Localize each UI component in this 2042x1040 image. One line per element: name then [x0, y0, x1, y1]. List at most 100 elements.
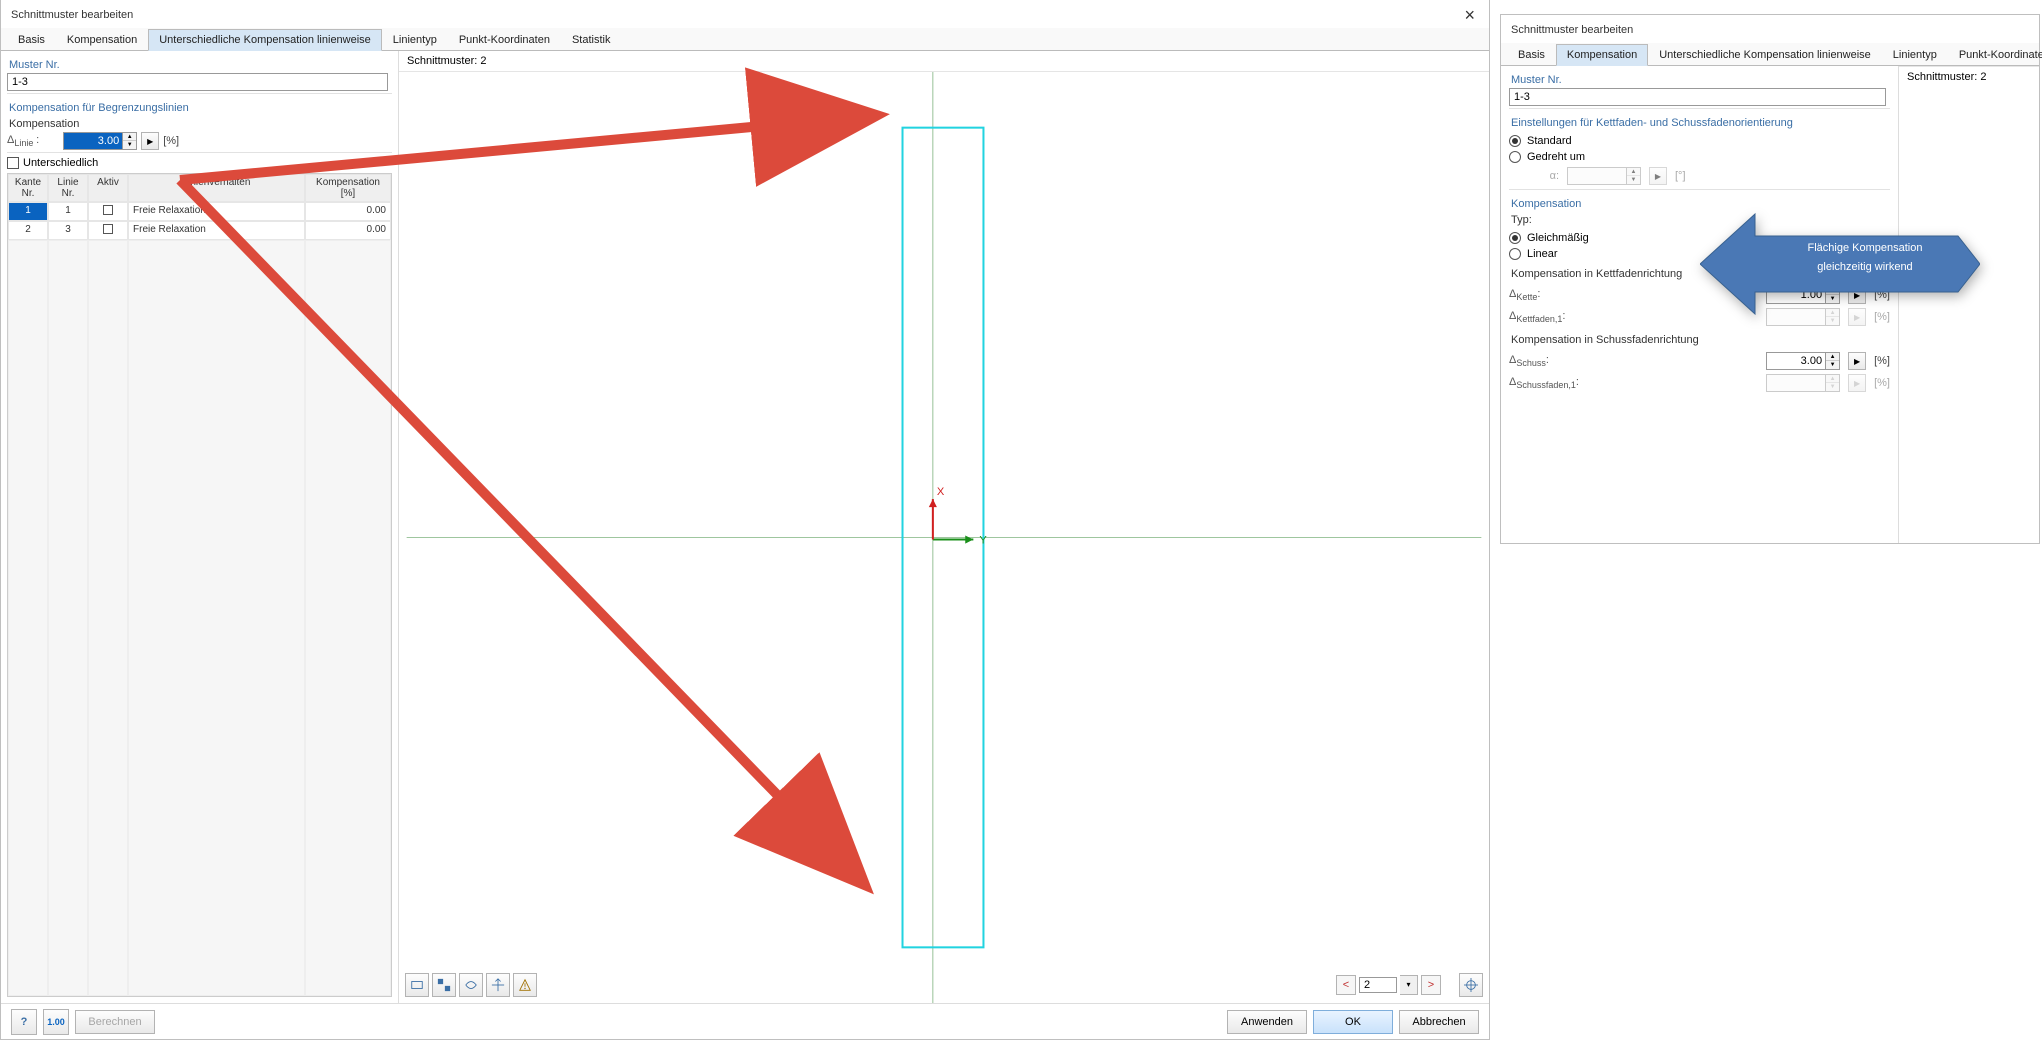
- annotation-callout: Flächige Kompensation gleichzeitig wirke…: [1700, 204, 1980, 324]
- nav-index-input[interactable]: [1359, 977, 1397, 993]
- view-tool-1-icon[interactable]: [405, 973, 429, 997]
- tab-label: Kompensation: [67, 34, 137, 46]
- canvas-toolbar-left: [405, 973, 537, 997]
- abbrechen-button[interactable]: Abbrechen: [1399, 1010, 1479, 1034]
- cell-verhalten: Freie Relaxation: [128, 221, 305, 240]
- view-tool-3-icon[interactable]: [459, 973, 483, 997]
- dialog-title: Schnittmuster bearbeiten: [1511, 24, 1633, 36]
- tab-label: Punkt-Koordinaten: [459, 34, 550, 46]
- help-button[interactable]: ?: [11, 1009, 37, 1035]
- table-row[interactable]: 2 3 Freie Relaxation 0.00: [8, 221, 391, 240]
- titlebar-right: Schnittmuster bearbeiten: [1501, 15, 2039, 43]
- dropdown-caret-icon[interactable]: ▾: [1400, 975, 1418, 995]
- tab-unterschiedliche-kompensation[interactable]: Unterschiedliche Kompensation linienweis…: [1648, 44, 1882, 65]
- ok-button[interactable]: OK: [1313, 1010, 1393, 1034]
- spin-down-icon[interactable]: ▼: [123, 141, 136, 149]
- delta-schuss-value[interactable]: [1767, 353, 1825, 369]
- cell-linie: 1: [48, 202, 88, 221]
- alpha-label: α:: [1509, 170, 1559, 182]
- delta-schuss-label: ΔSchuss:: [1509, 354, 1549, 368]
- callout-line1: Flächige Kompensation: [1808, 242, 1923, 254]
- tab-punkt-koordinaten[interactable]: Punkt-Koordinaten: [1948, 44, 2042, 65]
- kompensation-label: Kompensation: [7, 116, 392, 132]
- step-button[interactable]: ▶: [141, 132, 159, 150]
- view-tool-2-icon[interactable]: [432, 973, 456, 997]
- tab-label: Unterschiedliche Kompensation linienweis…: [159, 34, 371, 46]
- checkbox-icon: [7, 157, 19, 169]
- th-verhalten: Linienverhalten: [128, 174, 305, 202]
- anwenden-button[interactable]: Anwenden: [1227, 1010, 1307, 1034]
- radio-linear[interactable]: Linear: [1509, 248, 1558, 260]
- unit-percent: [%]: [1874, 377, 1890, 389]
- spin-down-icon[interactable]: ▼: [1826, 361, 1839, 369]
- form-pane: Muster Nr. Kompensation für Begrenzungsl…: [1, 51, 399, 1003]
- delta-linie-spinner[interactable]: ▲▼: [63, 132, 137, 150]
- nav-next-button[interactable]: >: [1421, 975, 1441, 995]
- view-tool-4-icon[interactable]: [486, 973, 510, 997]
- titlebar: Schnittmuster bearbeiten ×: [1, 0, 1489, 28]
- unterschiedlich-checkbox[interactable]: Unterschiedlich: [7, 157, 392, 169]
- berechnen-button[interactable]: Berechnen: [75, 1010, 155, 1034]
- cell-komp: 0.00: [305, 221, 391, 240]
- step-button[interactable]: ▶: [1848, 352, 1866, 370]
- cell-verhalten: Freie Relaxation: [128, 202, 305, 221]
- dialog-title: Schnittmuster bearbeiten: [11, 9, 133, 21]
- unit-percent: [%]: [163, 135, 179, 147]
- delta-schuss-spinner[interactable]: ▲▼: [1766, 352, 1840, 370]
- target-tool-icon[interactable]: [1459, 973, 1483, 997]
- radio-label: Gleichmäßig: [1527, 232, 1589, 244]
- tab-label: Punkt-Koordinaten: [1959, 49, 2042, 61]
- canvas[interactable]: X Y < ▾ >: [399, 72, 1489, 1003]
- table-row[interactable]: 1 1 Freie Relaxation 0.00: [8, 202, 391, 221]
- tab-kompensation[interactable]: Kompensation: [56, 29, 148, 50]
- nav-prev-button[interactable]: <: [1336, 975, 1356, 995]
- komp-schuss-title: Kompensation in Schussfadenrichtung: [1509, 332, 1890, 348]
- radio-standard[interactable]: Standard: [1509, 135, 1572, 147]
- delta-schussfaden1-label: ΔSchussfaden,1:: [1509, 376, 1579, 390]
- muster-input[interactable]: [7, 73, 388, 91]
- close-icon[interactable]: ×: [1458, 6, 1481, 24]
- tab-basis[interactable]: Basis: [1507, 44, 1556, 65]
- spin-up-icon[interactable]: ▲: [123, 133, 136, 141]
- delta-linie-label: ΔLinie :: [7, 134, 39, 148]
- spin-up-icon[interactable]: ▲: [1826, 353, 1839, 361]
- radio-gedreht[interactable]: Gedreht um: [1509, 151, 1585, 163]
- radio-gleichmaessig[interactable]: Gleichmäßig: [1509, 232, 1589, 244]
- radio-icon: [1509, 135, 1521, 147]
- radio-label: Gedreht um: [1527, 151, 1585, 163]
- th-aktiv: Aktiv: [88, 174, 128, 202]
- tab-statistik[interactable]: Statistik: [561, 29, 622, 50]
- canvas-title: Schnittmuster: 2: [399, 51, 1489, 72]
- delta-kette-label: ΔKette:: [1509, 288, 1540, 302]
- tab-linientyp[interactable]: Linientyp: [382, 29, 448, 50]
- unterschiedlich-label: Unterschiedlich: [23, 157, 98, 169]
- muster-input[interactable]: [1509, 88, 1886, 106]
- tab-label: Unterschiedliche Kompensation linienweis…: [1659, 49, 1871, 61]
- cell-aktiv[interactable]: [88, 221, 128, 240]
- delta-linie-value[interactable]: [64, 133, 122, 149]
- pattern-svg: X Y: [399, 72, 1489, 1003]
- tab-unterschiedliche-kompensation[interactable]: Unterschiedliche Kompensation linienweis…: [148, 29, 382, 51]
- cell-kante: 1: [8, 202, 48, 221]
- axis-y-label: Y: [979, 535, 987, 547]
- tab-basis[interactable]: Basis: [7, 29, 56, 50]
- alpha-value: [1568, 168, 1626, 184]
- tab-strip-right: Basis Kompensation Unterschiedliche Komp…: [1501, 43, 2039, 66]
- view-tool-warning-icon[interactable]: [513, 973, 537, 997]
- callout-line2: gleichzeitig wirkend: [1817, 261, 1912, 273]
- cell-linie: 3: [48, 221, 88, 240]
- tab-label: Basis: [1518, 49, 1545, 61]
- tab-kompensation[interactable]: Kompensation: [1556, 44, 1648, 66]
- tab-label: Basis: [18, 34, 45, 46]
- canvas-toolbar-right: < ▾ >: [1336, 973, 1483, 997]
- precision-button[interactable]: 1.00: [43, 1009, 69, 1035]
- tab-punkt-koordinaten[interactable]: Punkt-Koordinaten: [448, 29, 561, 50]
- alpha-spinner: ▲▼: [1567, 167, 1641, 185]
- radio-icon: [1509, 151, 1521, 163]
- cell-aktiv[interactable]: [88, 202, 128, 221]
- tab-linientyp[interactable]: Linientyp: [1882, 44, 1948, 65]
- empty-grid-rows: [8, 240, 391, 996]
- muster-label: Muster Nr.: [1509, 70, 1890, 88]
- group-kompensation-begrenzung: Kompensation für Begrenzungslinien: [7, 98, 392, 116]
- dialog-main: Schnittmuster bearbeiten × Basis Kompens…: [0, 0, 1490, 1040]
